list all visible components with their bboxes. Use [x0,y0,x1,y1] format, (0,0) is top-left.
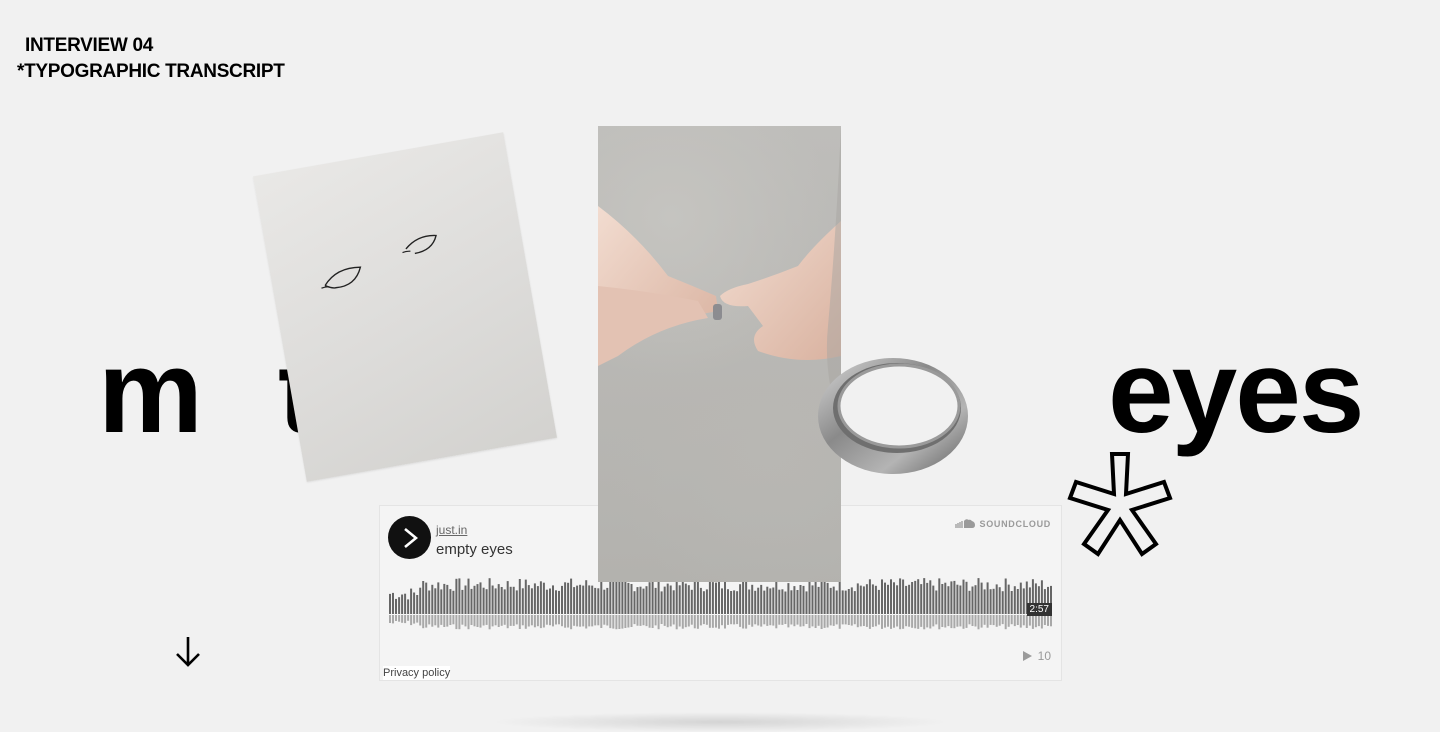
transcript-word-m: m [98,326,203,458]
play-button[interactable] [388,516,431,559]
track-duration: 2:57 [1026,603,1052,616]
soundcloud-logo[interactable]: SOUNDCLOUD [954,518,1052,529]
play-icon [403,527,418,548]
track-title[interactable]: empty eyes [436,541,513,558]
transcript-word-eyes: eyes [1108,326,1365,458]
play-count: 10 [1022,649,1051,663]
privacy-policy-link[interactable]: Privacy policy [383,666,451,680]
eyes-sketch-image [253,132,557,482]
soundcloud-brand-label: SOUNDCLOUD [979,518,1051,529]
page-subtitle: *TYPOGRAPHIC TRANSCRIPT [17,61,285,82]
bottom-shadow [490,712,950,732]
interview-header: INTERVIEW 04 *TYPOGRAPHIC TRANSCRIPT [17,33,285,85]
soundcloud-cloud-icon [954,519,975,528]
artist-link[interactable]: just.in [436,523,467,537]
play-count-value: 10 [1037,649,1051,663]
waveform-scrubber[interactable] [389,576,1053,636]
ring-image [818,358,968,474]
arrow-down-icon[interactable] [175,636,201,668]
ring-video[interactable] [598,126,841,582]
play-count-icon [1022,651,1032,661]
asterisk-outline-icon [1067,452,1173,557]
interview-number: INTERVIEW 04 [25,35,154,56]
